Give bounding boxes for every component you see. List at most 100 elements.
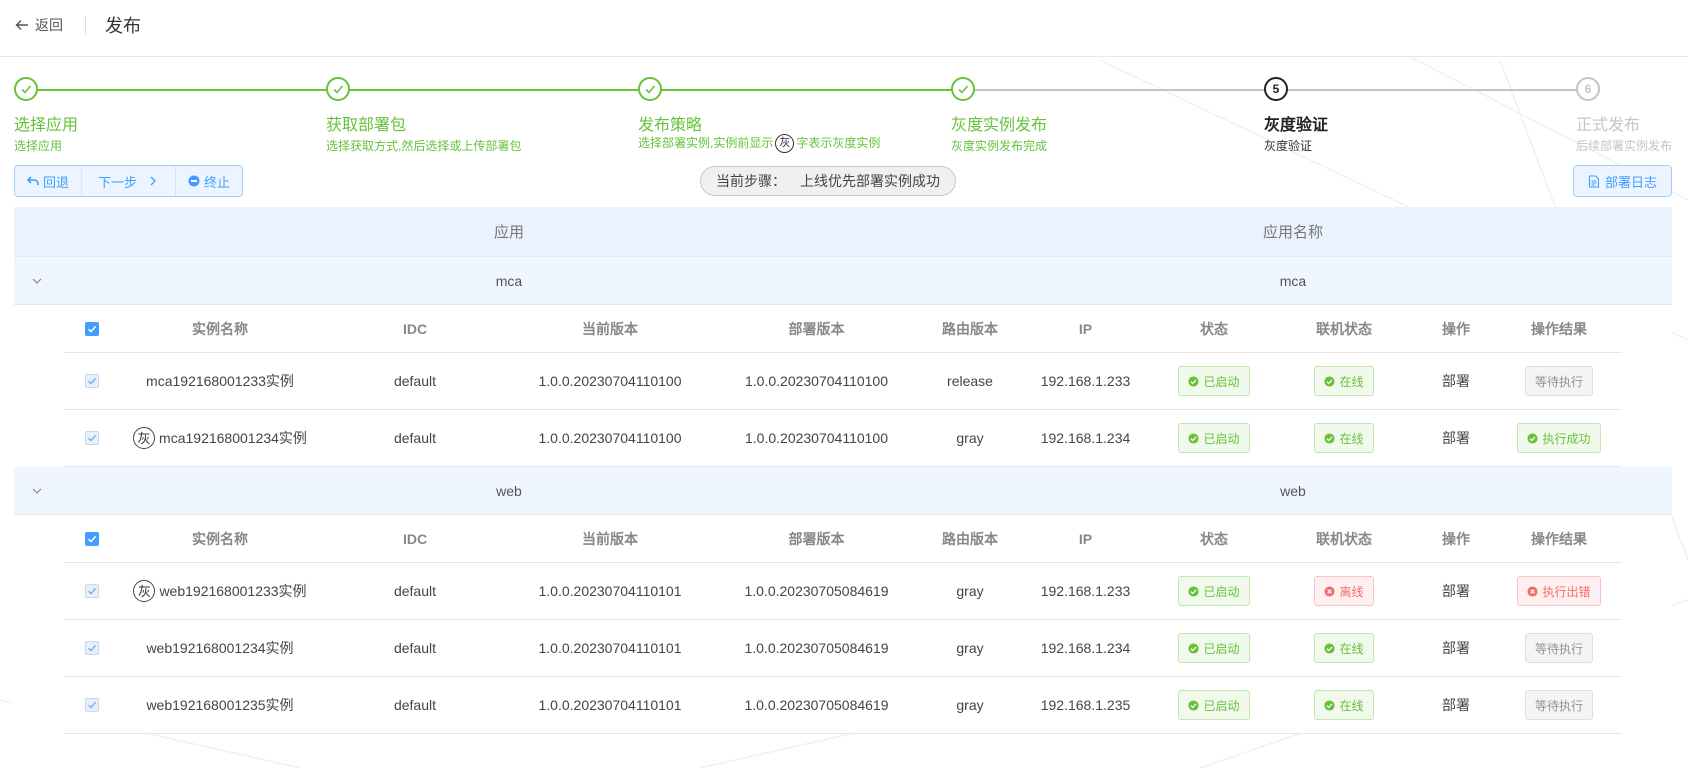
rollback-button[interactable]: 回退 — [15, 166, 83, 196]
ip-cell: 192.168.1.233 — [1040, 583, 1131, 599]
status-text: 已启动 — [1203, 641, 1240, 656]
sub-header-online-status: 联机状态 — [1316, 530, 1372, 547]
deploy-version-cell: 1.0.0.20230704110100 — [745, 430, 888, 446]
check-icon — [14, 77, 38, 101]
table-row: web192168001234实例 default 1.0.0.2023070411… — [64, 620, 1622, 677]
step-title: 选择应用 — [14, 117, 79, 134]
idc-cell: default — [393, 697, 437, 713]
group-list: mca mca 实例名称 IDC 当前版本 部署版本 路由版本 IP 状态 联机状态 操作 操作结果 m… — [14, 257, 1672, 734]
step-number: 5 — [1264, 77, 1288, 101]
result-badge: 等待执行 — [1524, 633, 1593, 663]
row-checkbox[interactable] — [85, 584, 99, 598]
ip-cell: 192.168.1.235 — [1040, 697, 1131, 713]
step-desc: 选择应用 — [14, 139, 63, 153]
instance-table-header: 实例名称 IDC 当前版本 部署版本 路由版本 IP 状态 联机状态 操作 操作结果 — [64, 515, 1622, 563]
idc-cell: default — [393, 583, 437, 599]
sub-header-ip: IP — [1078, 320, 1093, 337]
sub-header-idc: IDC — [402, 320, 428, 337]
online-status-badge: 在线 — [1314, 366, 1374, 396]
current-version-cell: 1.0.0.20230704110101 — [538, 583, 682, 599]
status-badge: 已启动 — [1178, 576, 1250, 606]
group-app-name: mca — [1279, 272, 1307, 289]
status-cell: 已启动 — [1154, 576, 1274, 606]
online-status-badge: 在线 — [1314, 690, 1374, 720]
status-text: 已启动 — [1203, 698, 1240, 713]
step-desc: 后续部署实例发布 — [1576, 139, 1673, 153]
instance-name-cell: mca192168001233实例 — [120, 371, 320, 391]
deploy-version-cell: 1.0.0.20230705084619 — [744, 583, 889, 599]
operation-cell: 部署 — [1442, 430, 1470, 446]
gray-mark-icon: 灰 — [133, 427, 156, 449]
row-checkbox[interactable] — [85, 641, 99, 655]
result-badge: 等待执行 — [1524, 366, 1593, 396]
row-checkbox[interactable] — [85, 698, 99, 712]
next-step-label: 下一步 — [98, 174, 138, 190]
header-divider — [85, 16, 86, 34]
ip-cell: 192.168.1.234 — [1040, 430, 1131, 446]
operation-cell: 部署 — [1442, 640, 1470, 656]
instance-table: 实例名称 IDC 当前版本 部署版本 路由版本 IP 状态 联机状态 操作 操作结果灰 web192… — [64, 515, 1622, 734]
check-circle-icon — [1188, 432, 1200, 444]
status-badge: 已启动 — [1178, 690, 1250, 720]
instance-table: 实例名称 IDC 当前版本 部署版本 路由版本 IP 状态 联机状态 操作 操作结果 mca1921… — [64, 305, 1622, 467]
deploy-table: 应用 应用名称 mca mca 实例名称 IDC 当前版本 部署版本 路由版本 IP 状态 联机状… — [14, 207, 1672, 734]
result-badge: 等待执行 — [1524, 690, 1593, 720]
result-cell: 执行出错 — [1498, 576, 1620, 606]
deploy-log-button[interactable]: 部署日志 — [1572, 165, 1672, 197]
next-step-button[interactable]: 下一步 — [82, 166, 177, 196]
gray-mark-icon: 灰 — [133, 580, 156, 602]
check-circle-icon — [1324, 699, 1336, 711]
result-cell: 等待执行 — [1498, 366, 1620, 396]
online-status-text: 在线 — [1339, 374, 1364, 389]
sub-header-deploy-version: 部署版本 — [788, 530, 845, 547]
online-status-cell: 在线 — [1274, 366, 1414, 396]
action-button-group: 回退 下一步 终止 — [14, 165, 244, 197]
row-checkbox[interactable] — [85, 431, 99, 445]
header-app: 应用 — [493, 224, 524, 241]
instance-name-cell: web192168001234实例 — [120, 638, 320, 658]
result-text: 执行成功 — [1542, 431, 1591, 446]
group-app-name: web — [1280, 482, 1306, 499]
check-circle-icon — [1324, 432, 1336, 444]
step-desc: 灰度验证 — [1264, 139, 1313, 153]
table-header: 应用 应用名称 — [14, 207, 1672, 257]
sub-header-operation: 操作 — [1442, 530, 1470, 547]
document-icon — [1588, 174, 1600, 188]
chevron-down-icon[interactable] — [30, 484, 44, 498]
table-row: mca192168001233实例 default 1.0.0.2023070411… — [64, 353, 1622, 410]
check-icon — [951, 77, 975, 101]
step-desc: 选择获取方式,然后选择或上传部署包 — [326, 139, 522, 153]
group-row-web[interactable]: web web — [14, 467, 1672, 515]
check-circle-icon — [1188, 642, 1200, 654]
current-version-cell: 1.0.0.20230704110101 — [538, 640, 682, 656]
online-status-cell: 在线 — [1274, 633, 1414, 663]
result-text: 等待执行 — [1534, 698, 1583, 713]
back-label: 返回 — [35, 17, 63, 33]
sub-header-status: 状态 — [1200, 530, 1228, 547]
close-circle-icon — [1324, 585, 1336, 597]
check-icon — [638, 77, 662, 101]
row-checkbox[interactable] — [85, 374, 99, 388]
status-cell: 已启动 — [1154, 423, 1274, 453]
current-version-cell: 1.0.0.20230704110100 — [538, 430, 682, 446]
chevron-down-icon[interactable] — [30, 274, 44, 288]
stop-button[interactable]: 终止 — [176, 166, 242, 196]
arrow-left-icon — [15, 20, 28, 30]
step-title: 正式发布 — [1576, 117, 1641, 134]
group-row-mca[interactable]: mca mca — [14, 257, 1672, 305]
operation-cell: 部署 — [1442, 583, 1470, 599]
select-all-checkbox[interactable] — [85, 321, 99, 336]
current-version-cell: 1.0.0.20230704110101 — [538, 697, 682, 713]
online-status-cell: 离线 — [1274, 576, 1414, 606]
route-version-cell: release — [947, 373, 993, 389]
status-cell: 已启动 — [1154, 690, 1274, 720]
instance-name: web192168001233实例 — [159, 583, 307, 599]
step-number: 6 — [1576, 77, 1600, 101]
instance-name-cell: 灰 mca192168001234实例 — [120, 427, 320, 449]
instance-table-header: 实例名称 IDC 当前版本 部署版本 路由版本 IP 状态 联机状态 操作 操作结果 — [64, 305, 1622, 353]
select-all-checkbox[interactable] — [85, 531, 99, 546]
stop-label: 终止 — [204, 174, 231, 190]
status-text: 已启动 — [1203, 431, 1240, 446]
back-button[interactable]: 返回 — [15, 15, 63, 35]
group-app: mca — [495, 272, 523, 289]
